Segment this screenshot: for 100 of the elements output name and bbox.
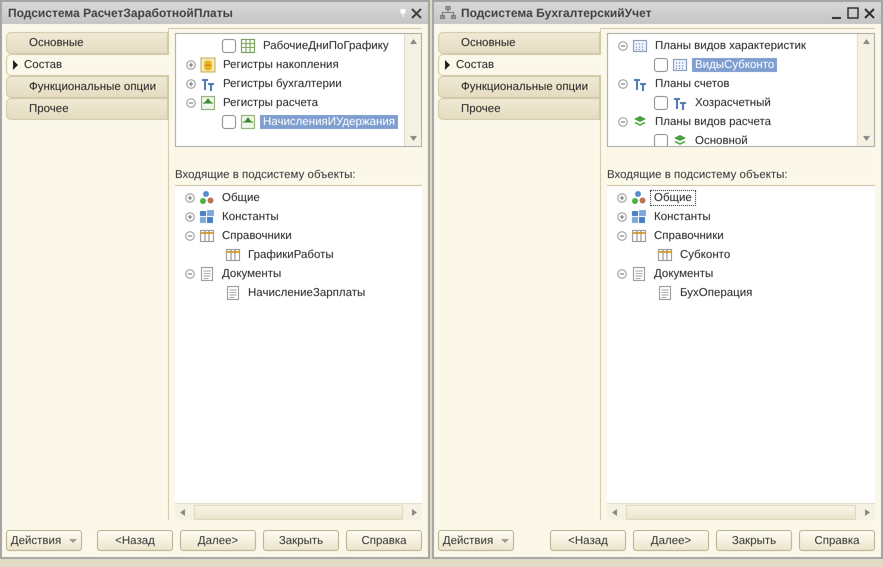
tab[interactable]: Прочее <box>438 98 600 120</box>
document-icon <box>657 284 673 300</box>
close-icon[interactable] <box>864 8 875 18</box>
calculation-register-icon <box>200 94 216 110</box>
checkbox[interactable] <box>654 134 668 146</box>
collapse-icon[interactable] <box>618 116 628 126</box>
tree-item[interactable]: Планы счетов <box>652 76 732 90</box>
dialog-button[interactable]: Закрыть <box>263 530 339 551</box>
tree-item[interactable]: Константы <box>651 210 714 224</box>
right-arrow-icon[interactable] <box>864 508 871 516</box>
left-arrow-icon[interactable] <box>179 508 186 516</box>
left-arrow-icon[interactable] <box>611 508 618 516</box>
actions-menu-button[interactable]: Действия <box>438 530 514 551</box>
tree-item[interactable]: Регистры накопления <box>220 58 342 72</box>
window-title: Подсистема РасчетЗаработнойПлаты <box>8 6 234 20</box>
tree-item[interactable]: БухОперация <box>677 286 756 300</box>
down-arrow-icon[interactable] <box>410 135 416 142</box>
dialog-button[interactable]: Далее> <box>633 530 709 551</box>
hierarchy-icon <box>440 6 456 20</box>
maximize-icon[interactable] <box>847 7 859 19</box>
right-arrow-icon[interactable] <box>411 508 418 516</box>
tree-item[interactable]: Константы <box>219 210 282 224</box>
dialog-button[interactable]: <Назад <box>550 530 626 551</box>
columns-icon <box>631 228 647 244</box>
tree-item[interactable]: Основной <box>692 134 751 146</box>
down-arrow-icon[interactable] <box>862 135 870 142</box>
caret-icon <box>69 538 78 542</box>
expand-icon[interactable] <box>186 60 196 70</box>
tree-item[interactable]: Хозрасчетный <box>692 96 774 110</box>
checkbox[interactable] <box>654 96 668 110</box>
expand-icon[interactable] <box>185 212 195 222</box>
collapse-icon[interactable] <box>617 230 627 240</box>
tree-item[interactable]: Справочники <box>219 228 295 242</box>
window-title: Подсистема БухгалтерскийУчет <box>461 6 652 20</box>
caret-icon <box>501 538 510 542</box>
tree-item[interactable]: Субконто <box>677 248 734 262</box>
section-label: Входящие в подсистему объекты: <box>607 169 789 181</box>
document-icon <box>631 266 647 282</box>
collapse-icon[interactable] <box>186 98 196 108</box>
tree-item[interactable]: Документы <box>219 266 284 280</box>
up-arrow-icon[interactable] <box>410 38 416 45</box>
coins-icon <box>200 56 216 72</box>
collapse-icon[interactable] <box>617 268 627 278</box>
tab[interactable]: Состав <box>6 54 169 76</box>
tree-item[interactable]: Планы видов характеристик <box>652 38 809 52</box>
triangle-icon <box>445 60 450 70</box>
document-icon <box>199 266 215 282</box>
tree-item[interactable]: Справочники <box>651 228 727 242</box>
expand-icon[interactable] <box>617 192 627 202</box>
expand-icon[interactable] <box>186 78 196 88</box>
close-icon[interactable] <box>411 8 422 18</box>
expand-icon[interactable] <box>185 192 195 202</box>
tree-item[interactable]: Общие <box>219 190 263 204</box>
tree-item[interactable]: Документы <box>651 266 716 280</box>
collapse-icon[interactable] <box>618 40 628 50</box>
columns-icon <box>657 246 673 262</box>
columns-icon <box>199 228 215 244</box>
tree-item[interactable]: РабочиеДниПоГрафику <box>260 38 392 52</box>
tab[interactable]: Функциональные опции <box>6 76 168 98</box>
actions-menu-button[interactable]: Действия <box>6 530 82 551</box>
tab[interactable]: Прочее <box>6 98 168 120</box>
calendar-grid-icon <box>632 38 648 54</box>
tree-item[interactable]: ГрафикиРаботы <box>245 248 337 262</box>
shapes-icon <box>631 190 647 206</box>
tree-item[interactable]: Планы видов расчета <box>652 114 774 128</box>
vertical-scrollbar[interactable] <box>404 34 421 146</box>
tab[interactable]: Состав <box>438 54 601 76</box>
tree-item[interactable]: Регистры расчета <box>220 96 322 110</box>
checkbox[interactable] <box>222 38 236 52</box>
dialog-button[interactable]: Закрыть <box>716 530 792 551</box>
tab[interactable]: Основные <box>6 32 168 54</box>
blocks-icon <box>199 208 215 224</box>
calculation-register-icon <box>240 114 256 130</box>
collapse-icon[interactable] <box>185 230 195 240</box>
dialog-button[interactable]: Справка <box>799 530 875 551</box>
tree-item[interactable]: Общие <box>651 190 695 204</box>
vertical-scrollbar[interactable] <box>857 34 874 146</box>
columns-icon <box>225 246 241 262</box>
checkbox[interactable] <box>222 114 236 128</box>
tree-item[interactable]: НачислениеЗарплаты <box>245 286 368 300</box>
up-arrow-icon[interactable] <box>862 38 870 45</box>
checkbox[interactable] <box>654 58 668 72</box>
tab[interactable]: Функциональные опции <box>438 76 600 98</box>
dialog-button[interactable]: Справка <box>346 530 422 551</box>
blocks-icon <box>631 208 647 224</box>
calendar-grid-icon <box>672 56 688 72</box>
tab[interactable]: Основные <box>438 32 600 54</box>
expand-icon[interactable] <box>617 212 627 222</box>
tree-item[interactable]: Регистры бухгалтерии <box>220 76 345 90</box>
horizontal-scrollbar[interactable] <box>607 503 875 520</box>
triangle-icon <box>13 60 18 70</box>
shapes-icon <box>199 190 215 206</box>
collapse-icon[interactable] <box>618 78 628 88</box>
section-label: Входящие в подсистему объекты: <box>175 169 357 181</box>
dialog-button[interactable]: <Назад <box>97 530 173 551</box>
layers-icon <box>672 132 688 146</box>
document-icon <box>225 284 241 300</box>
collapse-icon[interactable] <box>185 268 195 278</box>
dialog-button[interactable]: Далее> <box>180 530 256 551</box>
horizontal-scrollbar[interactable] <box>175 503 422 520</box>
